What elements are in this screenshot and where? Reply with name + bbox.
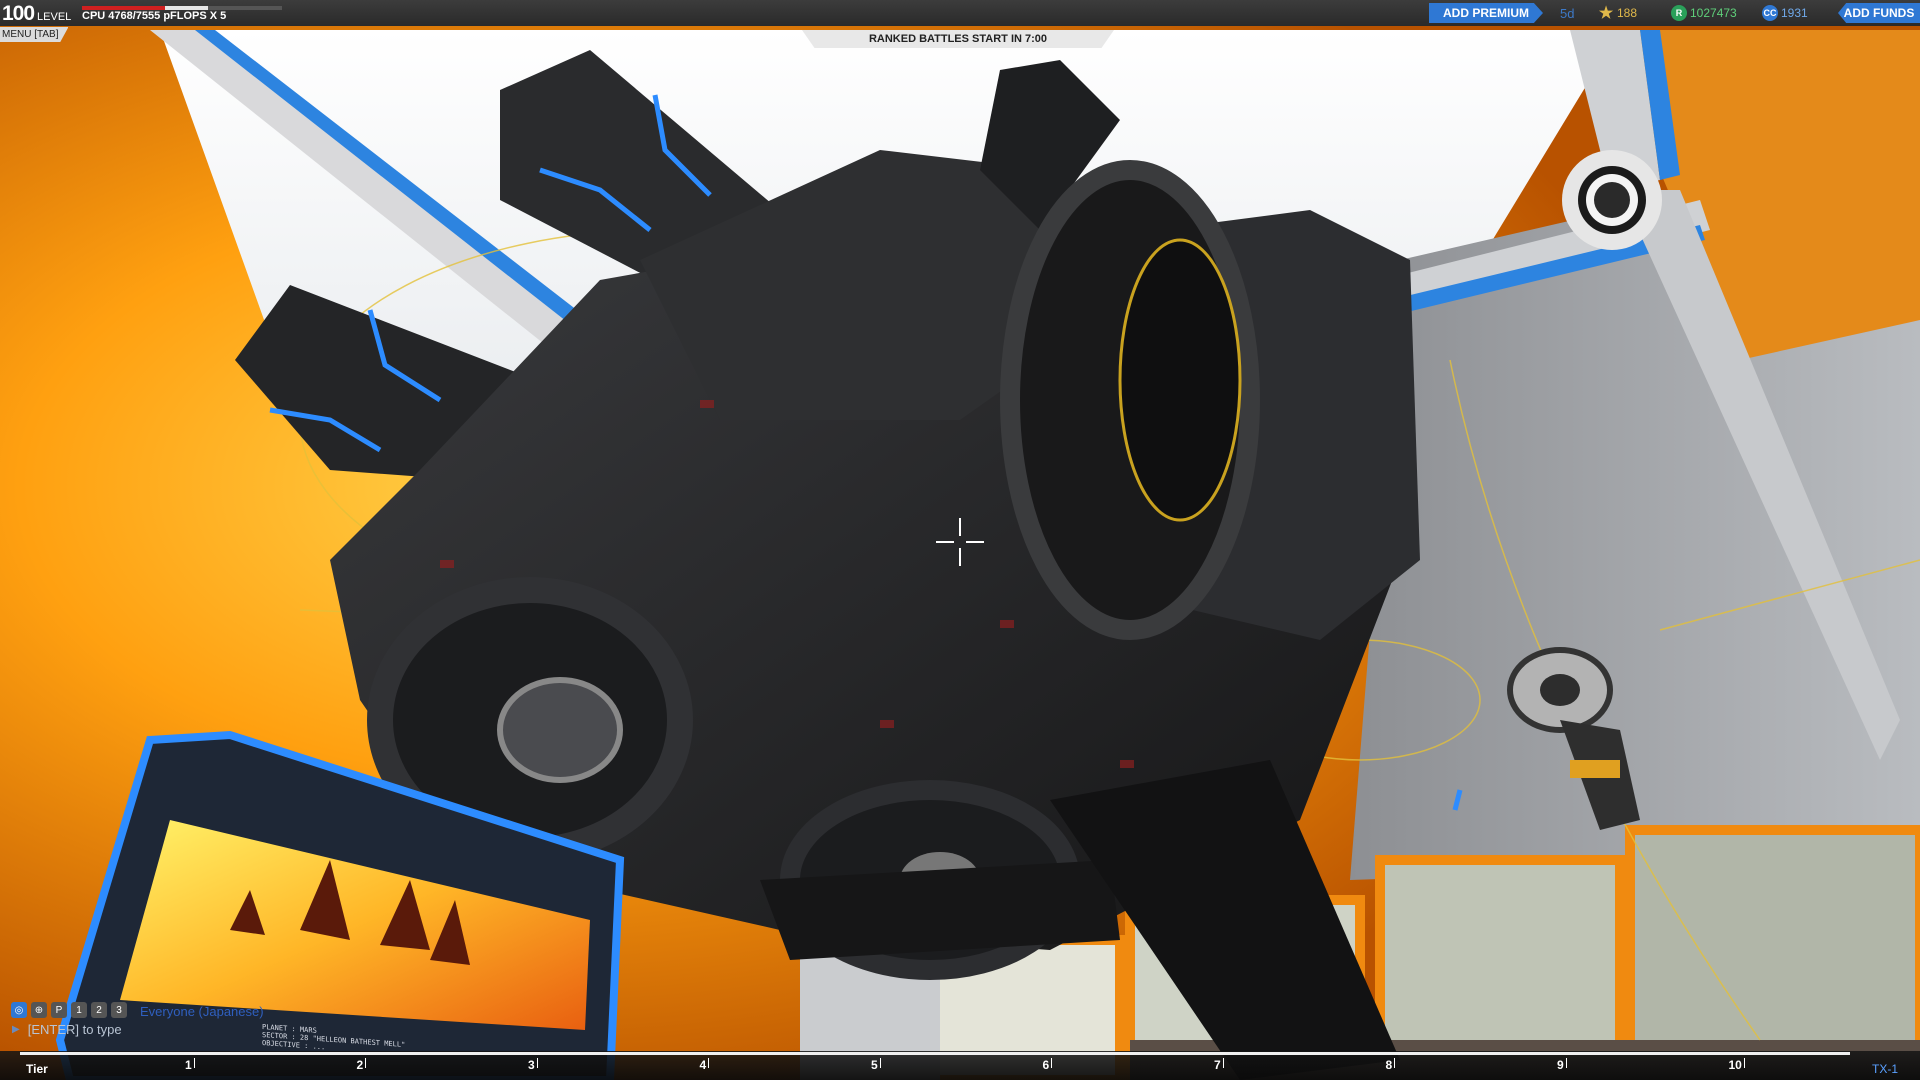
level-label: LEVEL [37,11,72,23]
tier-tick-4: 4 [700,1058,710,1072]
chat-channel-icons: ◎ ⊕ P 1 2 3 [11,1002,127,1018]
player2-icon[interactable]: 2 [91,1002,107,1018]
tier-tick-label: 5 [871,1058,878,1072]
tier-tick-label: 10 [1728,1058,1742,1072]
cosmetic-credits-icon: CC [1762,5,1778,21]
tier-tick-7: 7 [1214,1058,1224,1072]
chat-input-placeholder: [ENTER] to type [27,1021,122,1037]
player-level: 100 LEVEL [2,2,71,26]
tier-tick-9: 9 [1557,1058,1567,1072]
crosshair-icon [936,518,984,566]
clan-icon[interactable]: ⊕ [31,1002,47,1018]
tier-tick-label: 2 [356,1058,364,1072]
stars-currency: ★ 188 [1598,5,1638,22]
tier-line [20,1052,1850,1055]
stars-value: 188 [1617,6,1638,20]
cosmetic-credits-value: 1931 [1781,6,1808,20]
tier-tick-label: 6 [1042,1058,1050,1072]
tier-tick-label: 7 [1214,1058,1221,1072]
tier-tick-5: 5 [871,1058,881,1072]
cpu-readout: CPU 4768/7555 pFLOPS X 5 [82,10,227,22]
tier-label: Tier [26,1062,48,1076]
tier-tick-label: 9 [1557,1058,1564,1072]
add-funds-button[interactable]: ADD FUNDS [1838,3,1920,23]
party-icon[interactable]: P [51,1002,67,1018]
chat-arrow-icon: ▶ [12,1023,20,1035]
globe-icon[interactable]: ◎ [11,1002,27,1018]
tier-tick-label: 3 [528,1058,535,1072]
player1-icon[interactable]: 1 [71,1002,87,1018]
tier-tick-2: 2 [357,1058,367,1072]
robits-currency: R 1027473 [1671,5,1737,21]
chat-channel-label[interactable]: Everyone (Japanese) [140,1004,264,1019]
tier-tick-6: 6 [1043,1058,1053,1072]
premium-days-remaining: 5d [1560,6,1575,21]
player3-icon[interactable]: 3 [111,1002,127,1018]
robits-icon: R [1671,5,1687,21]
tier-progress-bar: Tier 1 2 3 4 5 6 7 8 9 10 TX-1 [0,1051,1920,1080]
tier-tick-3: 3 [528,1058,538,1072]
top-hud-bar: 100 LEVEL CPU 4768/7555 pFLOPS X 5 ADD P… [0,0,1920,26]
tier-tick-8: 8 [1386,1058,1396,1072]
tier-end-label: TX-1 [1872,1062,1899,1076]
cosmetic-credits-currency: CC 1931 [1762,5,1808,21]
tier-tick-1: 1 [185,1058,195,1072]
tier-tick-label: 4 [699,1058,707,1072]
menu-tab-button[interactable]: MENU [TAB] [0,27,69,42]
level-value: 100 [2,2,35,25]
chat-input[interactable]: ▶ [ENTER] to type [12,1020,312,1038]
ranked-battles-banner: RANKED BATTLES START IN 7:00 [802,30,1114,48]
tier-tick-label: 1 [185,1058,192,1072]
robits-value: 1027473 [1690,6,1737,20]
add-premium-button[interactable]: ADD PREMIUM [1429,3,1543,23]
tier-tick-label: 8 [1385,1058,1393,1072]
star-icon: ★ [1598,5,1614,22]
tier-tick-10: 10 [1729,1058,1745,1072]
